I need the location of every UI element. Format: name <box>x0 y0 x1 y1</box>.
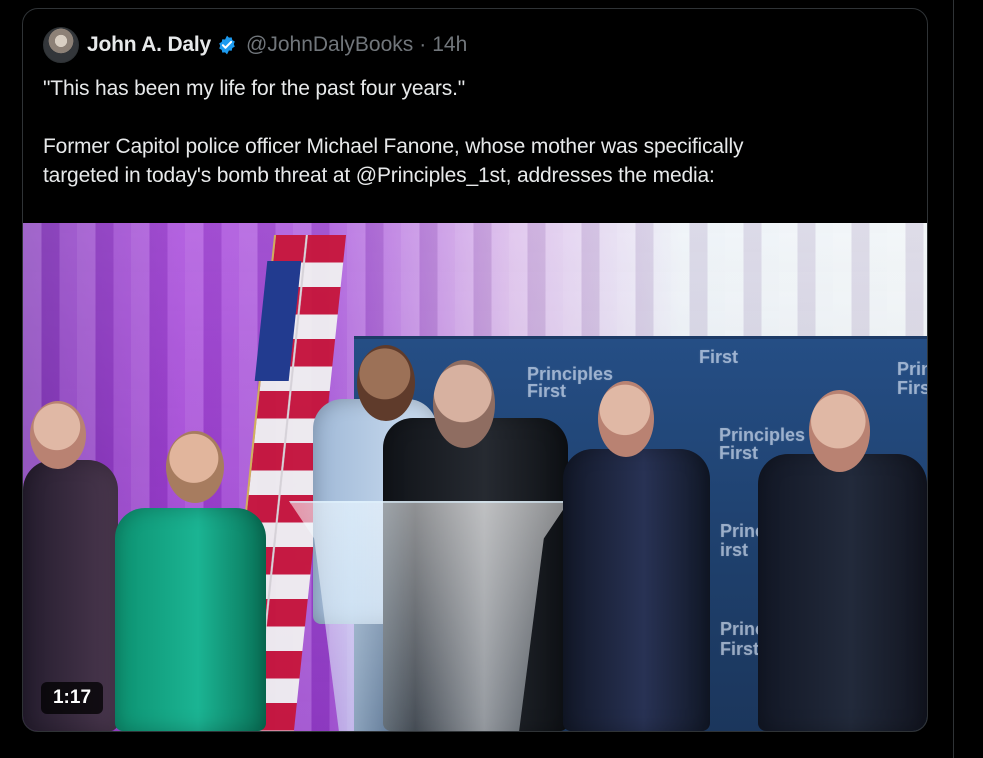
backdrop-logo-text: First <box>720 639 760 659</box>
backdrop-logo-text: irst <box>720 540 749 560</box>
tweet-card[interactable]: John A. Daly @JohnDalyBooks · 14h "This … <box>22 8 928 732</box>
backdrop-logo-text: Princi <box>897 359 927 379</box>
tweet-quote-line: "This has been my life for the past four… <box>43 77 466 100</box>
tweet-header: John A. Daly @JohnDalyBooks · 14h <box>43 27 467 63</box>
backdrop-logo-text: Principles <box>719 425 806 445</box>
backdrop-logo-text: First <box>699 347 739 367</box>
author-name[interactable]: John A. Daly <box>87 33 211 57</box>
tweet-description-line-2: targeted in today's bomb threat at @Prin… <box>43 164 715 187</box>
person-hoodie-head <box>357 345 415 421</box>
person-green-jacket <box>115 508 266 731</box>
person-right-suit <box>758 454 927 731</box>
author-handle[interactable]: @JohnDalyBooks <box>246 33 413 57</box>
tweet-description-line-1: Former Capitol police officer Michael Fa… <box>43 135 744 158</box>
person-right-head <box>809 390 870 472</box>
person-green-head <box>166 431 224 503</box>
person-navy-suit-head <box>598 381 654 457</box>
video-duration-badge: 1:17 <box>41 682 103 714</box>
person-left-head <box>30 401 86 469</box>
social-media-page: John A. Daly @JohnDalyBooks · 14h "This … <box>0 0 983 758</box>
timeline-divider <box>953 0 954 758</box>
backdrop-logo-text: First <box>719 443 759 463</box>
person-navy-suit <box>563 449 710 731</box>
verified-badge-icon <box>216 34 238 56</box>
tweet-time[interactable]: 14h <box>432 33 467 57</box>
speaker-head <box>433 360 495 448</box>
backdrop-logo-text: First <box>897 378 927 398</box>
video-player[interactable]: Principles First First Princi First Prin… <box>23 223 927 731</box>
metadata-separator: · <box>419 33 427 56</box>
backdrop-logo-text: First <box>527 381 567 401</box>
profile-avatar-icon[interactable] <box>43 27 79 63</box>
tweet-body: "This has been my life for the past four… <box>43 74 903 190</box>
tweet-paragraph-spacer <box>43 103 903 132</box>
